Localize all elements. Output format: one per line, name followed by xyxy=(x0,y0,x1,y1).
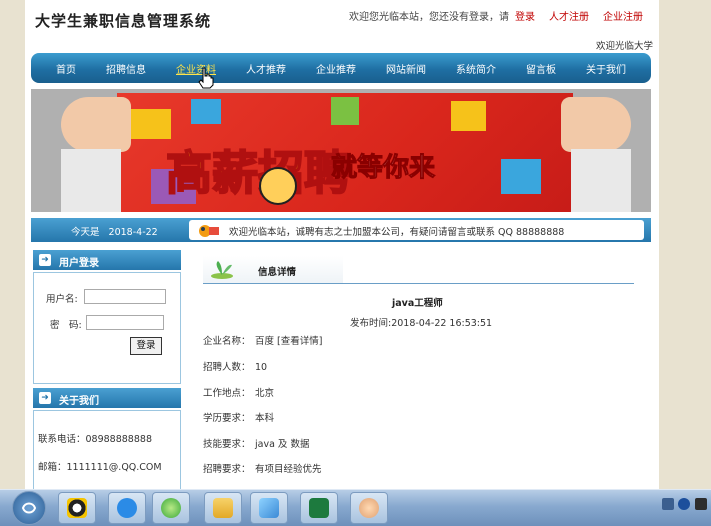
username-input[interactable] xyxy=(84,289,166,304)
page: 大学生兼职信息管理系统 欢迎您光临本站，您还没有登录，请 登录 人才注册 企业注册 欢… xyxy=(25,0,659,490)
nav-news[interactable]: 网站新闻 xyxy=(386,61,426,76)
field-value: 北京 xyxy=(255,388,275,399)
taskbar xyxy=(0,489,711,526)
marquee-box: 欢迎光临本站，诚聘有志之士加盟本公司，有疑问请留言或联系 QQ 88888888 xyxy=(189,220,644,240)
field-education: 学历要求： 本科 xyxy=(203,410,274,424)
field-value: 有项目经验优先 xyxy=(255,464,322,475)
start-orb-button[interactable] xyxy=(12,491,46,525)
field-key: 技能要求： xyxy=(203,439,251,450)
contact-phone: 联系电话：08988888888 xyxy=(38,434,152,445)
password-input[interactable] xyxy=(86,315,164,330)
nav-home[interactable]: 首页 xyxy=(56,61,76,76)
notepad-icon xyxy=(259,498,279,518)
field-value: 10 xyxy=(255,362,268,373)
browser-icon xyxy=(161,498,181,518)
today-date: 今天是 2018-4-22 xyxy=(71,224,158,238)
job-title: java工程师 xyxy=(392,298,443,309)
qq-icon xyxy=(67,498,87,518)
banner-subline: 就等你来 xyxy=(330,153,436,184)
about-panel: 联系电话：08988888888 邮箱：1111111@.QQ.COM xyxy=(33,410,181,490)
banner-block xyxy=(331,97,359,125)
banner-block xyxy=(451,101,486,131)
talent-register-link[interactable]: 人才注册 xyxy=(549,12,589,23)
company-register-link[interactable]: 企业注册 xyxy=(603,12,643,23)
speaker-icon xyxy=(199,225,219,237)
nav-talent[interactable]: 人才推荐 xyxy=(246,61,286,76)
banner-block xyxy=(131,109,171,139)
right-hand-image xyxy=(561,97,631,152)
tray-help-icon[interactable] xyxy=(678,498,690,510)
field-key: 学历要求： xyxy=(203,413,251,424)
file-manager-button[interactable] xyxy=(204,492,242,524)
plant-icon xyxy=(211,261,233,279)
field-value: 本科 xyxy=(255,413,275,424)
folder-icon xyxy=(213,498,233,518)
field-location: 工作地点： 北京 xyxy=(203,385,274,399)
chat-button[interactable] xyxy=(350,492,388,524)
site-title: 大学生兼职信息管理系统 xyxy=(35,12,212,30)
login-panel-title: 用户登录 xyxy=(59,258,99,269)
arrow-right-icon: ➜ xyxy=(39,254,51,266)
banner-block xyxy=(191,99,221,124)
field-value[interactable]: 百度 [查看详情] xyxy=(255,336,322,347)
browser-button[interactable] xyxy=(152,492,190,524)
password-label: 密 码: xyxy=(50,320,82,331)
hand-cursor-icon xyxy=(198,67,214,89)
excel-icon xyxy=(309,498,329,518)
nav-company-recommend[interactable]: 企业推荐 xyxy=(316,61,356,76)
field-key: 工作地点： xyxy=(203,388,251,399)
top-welcome-text: 欢迎您光临本站，您还没有登录，请 xyxy=(349,12,509,23)
publish-time: 发布时间:2018-04-22 16:53:51 xyxy=(350,318,493,329)
arrow-right-icon: ➜ xyxy=(39,392,51,404)
qq-button[interactable] xyxy=(58,492,96,524)
tray-network-icon[interactable] xyxy=(695,498,707,510)
field-skills: 技能要求： java 及 数据 xyxy=(203,436,309,450)
date-label: 今天是 xyxy=(71,227,100,238)
banner-block xyxy=(501,159,541,194)
date-value: 2018-4-22 xyxy=(108,227,158,238)
detail-divider xyxy=(203,283,634,284)
field-value: java 及 数据 xyxy=(255,439,310,450)
netdisk-button[interactable] xyxy=(108,492,146,524)
tray-display-icon[interactable] xyxy=(662,498,674,510)
detail-header: 信息详情 xyxy=(203,256,634,284)
login-button[interactable]: 登录 xyxy=(130,337,162,355)
cartoon-face-image xyxy=(259,167,297,205)
main-nav: 首页 招聘信息 企业资料 人才推荐 企业推荐 网站新闻 系统简介 留言板 关于我… xyxy=(31,53,651,83)
nav-about-system[interactable]: 系统简介 xyxy=(456,61,496,76)
field-key: 企业名称： xyxy=(203,336,251,347)
marquee-text: 欢迎光临本站，诚聘有志之士加盟本公司，有疑问请留言或联系 QQ 88888888 xyxy=(229,227,565,238)
contact-email: 邮箱：1111111@.QQ.COM xyxy=(38,462,162,473)
login-panel: 用户名: 密 码: 登录 xyxy=(33,272,181,384)
info-bar: 今天是 2018-4-22 欢迎光临本站，诚聘有志之士加盟本公司，有疑问请留言或… xyxy=(31,218,651,242)
cloud-icon xyxy=(117,498,137,518)
notepad-button[interactable] xyxy=(250,492,288,524)
excel-button[interactable] xyxy=(300,492,338,524)
about-panel-title: 关于我们 xyxy=(59,396,99,407)
field-key: 招聘要求： xyxy=(203,464,251,475)
nav-guestbook[interactable]: 留言板 xyxy=(526,61,556,76)
login-panel-header: ➜ 用户登录 xyxy=(33,250,181,270)
field-headcount: 招聘人数： 10 xyxy=(203,359,267,373)
banner-headline: 高薪招聘 xyxy=(165,145,351,201)
field-company: 企业名称： 百度 [查看详情] xyxy=(203,333,322,347)
start-orb-icon xyxy=(21,502,37,514)
nav-about-us[interactable]: 关于我们 xyxy=(586,61,626,76)
field-key: 招聘人数： xyxy=(203,362,251,373)
hero-banner: 高薪招聘 就等你来 xyxy=(31,89,651,212)
left-sleeve-image xyxy=(61,149,121,212)
username-label: 用户名: xyxy=(46,294,78,305)
right-sleeve-image xyxy=(571,149,631,212)
avatar-icon xyxy=(359,498,379,518)
detail-title: 信息详情 xyxy=(258,267,297,278)
field-requirements: 招聘要求： 有项目经验优先 xyxy=(203,461,322,475)
left-hand-image xyxy=(61,97,131,152)
nav-jobs[interactable]: 招聘信息 xyxy=(106,61,146,76)
about-panel-header: ➜ 关于我们 xyxy=(33,388,181,408)
login-link[interactable]: 登录 xyxy=(515,12,535,23)
top-bar: 欢迎您光临本站，您还没有登录，请 登录 人才注册 企业注册 xyxy=(349,8,643,23)
welcome-text: 欢迎光临大学 xyxy=(595,41,653,52)
